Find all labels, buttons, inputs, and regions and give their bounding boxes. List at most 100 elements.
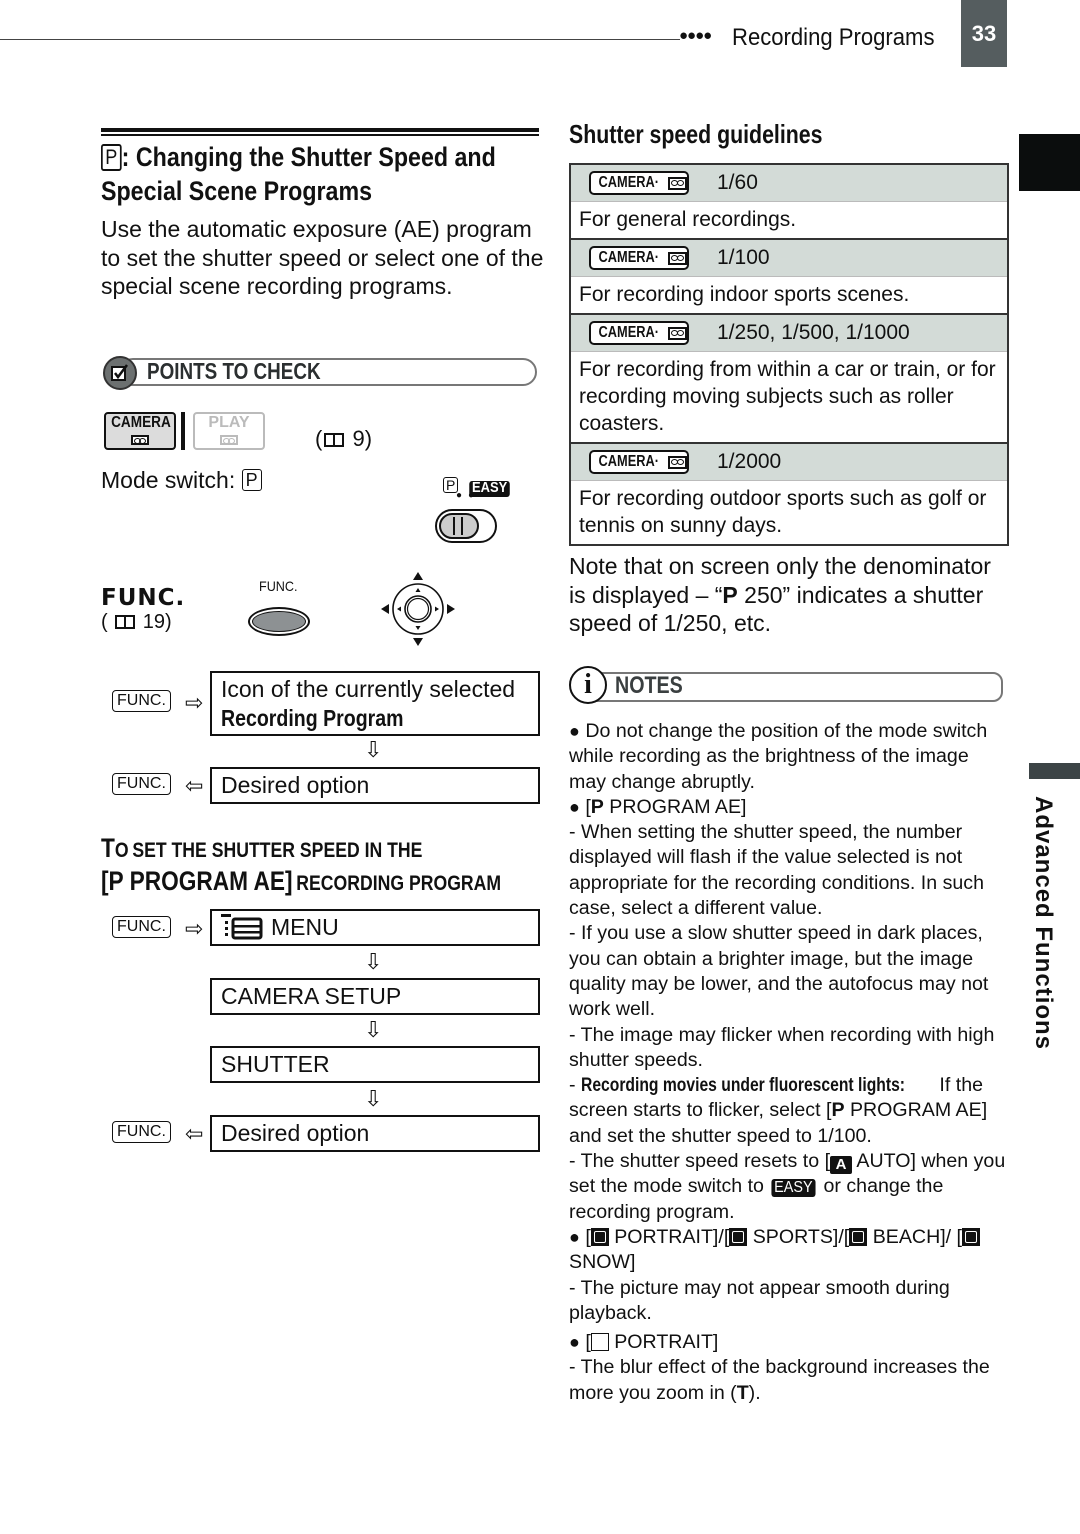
page-ref-number: 19) [142,611,172,633]
note-text: BEACH]/ [ [867,1225,962,1248]
tape-icon [220,435,238,445]
title-rule-thick [101,128,539,132]
arrow-right-icon: ⇨ [185,690,204,715]
note-text: SNOW] [569,1251,636,1274]
camera-badge: CAMERA· [589,321,689,345]
heading-cap-o: O [114,839,129,862]
paren: ( [101,611,108,633]
heading-program-ae: [P PROGRAM AE] [101,866,293,896]
page-title: P: Changing the Shutter Speed and Specia… [101,140,548,208]
note-subitem: - The blur effect of the background incr… [569,1355,1009,1406]
note-subitem: - The picture may not appear smooth duri… [569,1276,950,1324]
camera-mode-button: CAMERA [104,412,176,450]
table-row-header: CAMERA· 1/100 [571,238,1007,276]
checkbox-icon [103,356,137,390]
camera-mode-label: CAMERA [111,414,171,431]
dash: - [569,1074,581,1097]
table-row-description: For recording from within a car or train… [571,351,1007,442]
menu-icon [221,914,263,940]
note-subitem: - The image may flicker when recording w… [569,1023,995,1071]
portrait-icon [590,1333,609,1352]
note-text: - The shutter speed resets to [ [569,1150,831,1173]
bullet-icon: ● [569,1332,580,1353]
heading-line2: RECORDING PROGRAM [296,872,502,895]
note-text: PROGRAM AE] [603,795,747,818]
tape-icon [667,326,687,340]
play-mode-label: PLAY [208,414,250,431]
func-button-graphic [248,607,310,636]
func-heading: FUNC. [101,585,186,611]
book-icon [115,615,136,629]
program-ae-icon: P [101,144,122,172]
flow-box-desired-option-2: Desired option [210,1115,540,1152]
table-row-description: For general recordings. [571,201,1007,238]
points-to-check-header: POINTS TO CHECK [103,356,537,390]
shutter-speed-value: 1/60 [717,171,758,194]
table-row-header: CAMERA· 1/250, 1/500, 1/1000 [571,313,1007,351]
heading-cap: T [101,833,115,863]
denominator-note: Note that on screen only the denominator… [569,552,1009,638]
flow-box-menu: MENU [210,909,540,946]
portrait-icon [590,1227,609,1246]
easy-icon: EASY [771,1179,816,1197]
table-row-header: CAMERA· 1/60 [571,165,1007,201]
func-key-3: FUNC. [112,916,171,938]
note-text: - The blur effect of the background incr… [569,1356,990,1404]
mode-separator [181,412,185,450]
header-dots: ●●●● [679,27,712,44]
table-row-description: For recording indoor sports scenes. [571,276,1007,313]
shutter-speed-value: 1/100 [717,246,770,269]
note-text: SPORTS]/[ [747,1225,850,1248]
note-subitem: - If you use a slow shutter speed in dar… [569,922,989,1021]
arrow-down-icon: ⇩ [364,1017,383,1042]
mode-switch-label: Mode switch: P [101,467,262,494]
page-ref-number: 9) [352,426,373,451]
note-text: ). [748,1381,761,1404]
program-p-icon: P [590,795,604,818]
table-row-header: CAMERA· 1/2000 [571,442,1007,480]
points-to-check-label: POINTS TO CHECK [147,358,321,384]
arrow-down-icon: ⇩ [364,737,383,762]
note-text: PORTRAIT] [608,1331,719,1354]
section-title: Recording Programs [732,24,935,51]
table-row-description: For recording outdoor sports such as gol… [571,480,1007,544]
camera-badge: CAMERA· [589,246,689,270]
chapter-tab-bar [1029,763,1080,779]
arrow-right-icon: ⇨ [185,916,204,941]
note-subitem: - Recording movies under fluorescent lig… [569,1073,1009,1149]
func-page-reference: ( 19) [101,611,172,634]
program-p-icon: P [722,581,738,608]
guidelines-title: Shutter speed guidelines [569,119,823,149]
note-item: ● [ PORTRAIT] [569,1330,1009,1355]
bullet-icon: ● [569,796,580,817]
telephoto-icon: T [736,1381,749,1404]
arrow-down-icon: ⇩ [364,949,383,974]
bullet-icon: ● [569,721,580,741]
camera-badge-label: CAMERA· [598,249,659,266]
flow-box-camera-setup: CAMERA SETUP [210,978,540,1015]
shutter-speed-table: CAMERA· 1/60 For general recordings. CAM… [569,163,1009,546]
flow-box-recording-program: Icon of the currently selected Recording… [210,671,540,736]
program-p-icon: P [831,1099,845,1122]
camera-badge: CAMERA· [589,450,689,474]
header-rule [0,39,680,40]
tape-icon [131,435,149,445]
flow-box-shutter: SHUTTER [210,1046,540,1083]
func-key-1: FUNC. [112,690,171,712]
notes-body: ● Do not change the position of the mode… [569,719,1009,1406]
mode-switch-text: Mode switch: [101,467,236,493]
page-title-text: : Changing the Shutter Speed and Special… [101,142,496,206]
paren: ( [315,426,323,451]
func-button-caption: FUNC. [259,578,298,594]
note-item: ● [ PORTRAIT]/[ SPORTS]/[ BEACH]/ [ SNOW… [569,1225,1009,1276]
arrow-down-icon: ⇩ [364,1086,383,1111]
mode-switch-knob [439,513,479,539]
menu-label: MENU [271,914,339,940]
tape-icon [667,251,687,265]
sports-icon [729,1227,748,1246]
camera-badge-label: CAMERA· [598,174,659,191]
beach-icon [849,1227,868,1246]
note-subitem: - The shutter speed resets to [A AUTO] w… [569,1149,1009,1225]
note-subitem: - When setting the shutter speed, the nu… [569,821,984,920]
note-item: ● [P PROGRAM AE] [569,795,1009,820]
